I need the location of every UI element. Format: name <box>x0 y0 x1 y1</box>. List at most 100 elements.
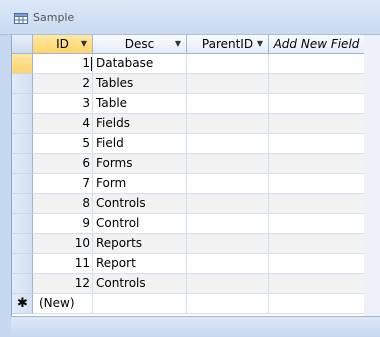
cell-parentid[interactable] <box>187 254 269 274</box>
cell-add-new-field[interactable] <box>269 94 365 114</box>
cell-id-value: 10 <box>74 236 90 250</box>
row-selector[interactable] <box>12 214 33 234</box>
cell-parentid[interactable] <box>187 154 269 174</box>
table-row[interactable]: 4 Fields <box>12 114 380 134</box>
column-label: ID <box>56 37 69 51</box>
table-row[interactable]: 7 Form <box>12 174 380 194</box>
cell-desc[interactable]: Database <box>93 54 187 74</box>
cell-add-new-field[interactable] <box>269 234 365 254</box>
table-row[interactable]: 2 Tables <box>12 74 380 94</box>
cell-parentid[interactable] <box>187 214 269 234</box>
row-selector[interactable]: ✱ <box>12 294 33 314</box>
cell-add-new-field[interactable] <box>269 154 365 174</box>
cell-id[interactable]: 3 <box>33 94 93 114</box>
table-row[interactable]: 6 Forms <box>12 154 380 174</box>
dropdown-arrow-icon[interactable]: ▼ <box>81 35 87 53</box>
cell-parentid[interactable] <box>187 114 269 134</box>
cell-id[interactable]: 7 <box>33 174 93 194</box>
cell-desc[interactable]: Controls <box>93 274 187 294</box>
cell-id[interactable]: 10 <box>33 234 93 254</box>
cell-parentid[interactable] <box>187 134 269 154</box>
cell-id[interactable]: 2 <box>33 74 93 94</box>
row-selector[interactable] <box>12 154 33 174</box>
cell-desc[interactable]: Controls <box>93 194 187 214</box>
row-selector[interactable] <box>12 94 33 114</box>
cell-id[interactable]: 6 <box>33 154 93 174</box>
column-label: Add New Field <box>273 37 360 51</box>
cell-desc[interactable]: Field <box>93 134 187 154</box>
row-selector[interactable] <box>12 54 33 74</box>
row-selector[interactable] <box>12 114 33 134</box>
cell-desc[interactable]: Report <box>93 254 187 274</box>
row-selector[interactable] <box>12 174 33 194</box>
new-record-row[interactable]: ✱ (New) <box>12 294 380 314</box>
cell-id[interactable]: 1 <box>33 54 93 74</box>
row-selector[interactable] <box>12 74 33 94</box>
window-titlebar: Sample <box>0 0 380 35</box>
cell-desc[interactable]: Reports <box>93 234 187 254</box>
column-header-desc[interactable]: Desc ▼ <box>93 35 187 54</box>
table-row[interactable]: 1 Database <box>12 54 380 74</box>
cell-id-value: 1 <box>82 56 90 70</box>
cell-desc[interactable]: Fields <box>93 114 187 134</box>
cell-parentid[interactable] <box>187 74 269 94</box>
cell-parentid[interactable] <box>187 174 269 194</box>
cell-add-new-field[interactable] <box>269 274 365 294</box>
cell-id-value: 4 <box>82 116 90 130</box>
cell-parentid[interactable] <box>187 54 269 74</box>
cell-id[interactable]: 11 <box>33 254 93 274</box>
cell-parentid[interactable] <box>187 294 269 314</box>
cell-id[interactable]: 9 <box>33 214 93 234</box>
dropdown-arrow-icon[interactable]: ▼ <box>175 35 181 53</box>
dropdown-arrow-icon[interactable]: ▼ <box>257 35 263 53</box>
row-selector[interactable] <box>12 274 33 294</box>
cell-id[interactable]: 8 <box>33 194 93 214</box>
cell-desc[interactable]: Control <box>93 214 187 234</box>
cell-id[interactable]: 4 <box>33 114 93 134</box>
row-selector[interactable] <box>12 254 33 274</box>
cell-add-new-field[interactable] <box>269 134 365 154</box>
table-row[interactable]: 12 Controls <box>12 274 380 294</box>
cell-parentid[interactable] <box>187 94 269 114</box>
column-header-parentid[interactable]: ParentID ▼ <box>187 35 269 54</box>
cell-id[interactable]: 5 <box>33 134 93 154</box>
cell-desc[interactable]: Table <box>93 94 187 114</box>
cell-id-new[interactable]: (New) <box>33 294 93 314</box>
cell-add-new-field[interactable] <box>269 194 365 214</box>
cell-desc[interactable] <box>93 294 187 314</box>
row-selector[interactable] <box>12 234 33 254</box>
table-icon <box>14 13 28 24</box>
cell-add-new-field[interactable] <box>269 114 365 134</box>
window-title: Sample <box>33 11 75 24</box>
row-selector[interactable] <box>12 194 33 214</box>
vertical-scrollbar[interactable] <box>364 35 380 316</box>
row-selector[interactable] <box>12 134 33 154</box>
cell-add-new-field[interactable] <box>269 174 365 194</box>
cell-id-value: 3 <box>82 96 90 110</box>
cell-add-new-field[interactable] <box>269 254 365 274</box>
table-row[interactable]: 5 Field <box>12 134 380 154</box>
cell-parentid[interactable] <box>187 274 269 294</box>
column-label: Desc <box>124 37 155 51</box>
table-row[interactable]: 10 Reports <box>12 234 380 254</box>
table-row[interactable]: 9 Control <box>12 214 380 234</box>
cell-id-value: 12 <box>74 276 90 290</box>
record-navigation-bar <box>11 316 380 337</box>
cell-desc[interactable]: Form <box>93 174 187 194</box>
cell-parentid[interactable] <box>187 234 269 254</box>
cell-add-new-field[interactable] <box>269 294 365 314</box>
select-all-corner[interactable] <box>12 35 33 54</box>
cell-id-value: 5 <box>82 136 90 150</box>
column-header-id[interactable]: ID ▼ <box>33 35 93 54</box>
table-row[interactable]: 11 Report <box>12 254 380 274</box>
table-row[interactable]: 8 Controls <box>12 194 380 214</box>
cell-parentid[interactable] <box>187 194 269 214</box>
cell-add-new-field[interactable] <box>269 54 365 74</box>
cell-add-new-field[interactable] <box>269 214 365 234</box>
table-row[interactable]: 3 Table <box>12 94 380 114</box>
cell-add-new-field[interactable] <box>269 74 365 94</box>
column-header-add-new-field[interactable]: Add New Field <box>269 35 365 54</box>
cell-desc[interactable]: Forms <box>93 154 187 174</box>
cell-desc[interactable]: Tables <box>93 74 187 94</box>
cell-id[interactable]: 12 <box>33 274 93 294</box>
